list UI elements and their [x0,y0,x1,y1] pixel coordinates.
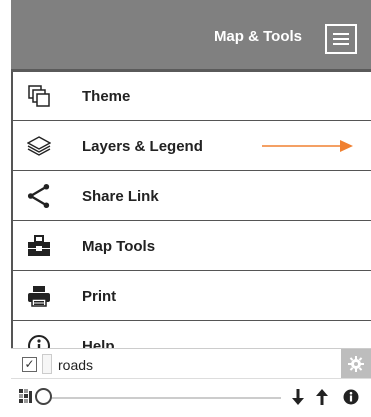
move-layer-down-button[interactable] [291,388,305,411]
header-bar: Map & Tools [11,0,371,69]
printer-icon [27,284,51,308]
header-title: Map & Tools [213,28,302,45]
menu-item-label: Theme [82,88,131,105]
move-layer-up-button[interactable] [315,388,329,411]
left-gutter [0,0,11,417]
layers-icon [27,134,51,158]
menu-item-label: Share Link [82,188,159,205]
layer-visibility-checkbox[interactable]: ✓ [22,357,37,372]
arrow-down-icon [292,389,304,405]
menu-item-layers-legend[interactable]: Layers & Legend [13,122,371,171]
share-icon [27,184,51,208]
menu-item-map-tools[interactable]: Map Tools [13,222,371,271]
hamburger-icon[interactable] [325,24,357,54]
layer-thumbnail [42,354,52,374]
opacity-slider-track[interactable] [51,397,281,399]
map-tools-app: Map & Tools Theme Layers & Legend Share … [0,0,371,417]
menu-item-theme[interactable]: Theme [13,72,371,121]
pointer-arrow-icon [262,140,353,152]
layer-row: ✓ roads [11,348,371,379]
toolbox-icon [27,234,51,258]
layer-name: roads [58,357,94,373]
gear-icon [348,356,364,372]
theme-icon [27,84,51,108]
layer-info-button[interactable] [343,389,359,410]
menu-item-print[interactable]: Print [13,272,371,321]
menu-item-share-link[interactable]: Share Link [13,172,371,221]
arrow-up-icon [316,389,328,405]
menu-item-label: Layers & Legend [82,138,203,155]
opacity-slider-handle[interactable] [35,388,52,405]
menu-item-label: Map Tools [82,238,156,255]
info-icon [343,389,359,405]
layer-settings-button[interactable] [341,349,371,379]
legend-icon[interactable] [19,389,33,410]
menu-item-label: Print [82,288,117,305]
layer-controls [11,378,371,417]
